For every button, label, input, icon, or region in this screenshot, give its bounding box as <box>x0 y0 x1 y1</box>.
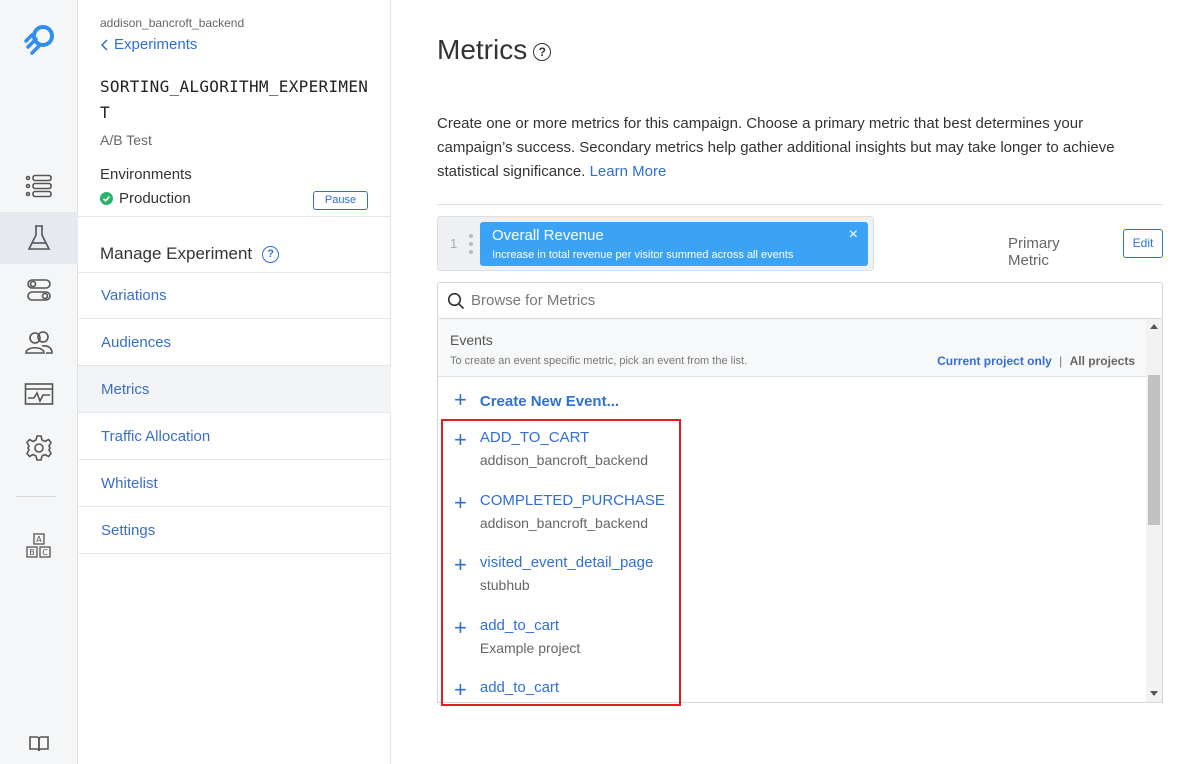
nav-item-variations[interactable]: Variations <box>78 272 391 319</box>
svg-text:C: C <box>42 548 48 557</box>
question-icon[interactable]: ? <box>533 43 552 61</box>
scroll-down-icon[interactable] <box>1150 691 1158 696</box>
event-item[interactable]: + add_to_cart Example project <box>454 615 581 657</box>
svg-text:A: A <box>36 535 42 544</box>
event-name: visited_event_detail_page <box>479 554 654 571</box>
events-header: Events To create an event specific metri… <box>438 319 1148 377</box>
sidebar-divider <box>78 216 391 217</box>
event-item[interactable]: + add_to_cart <box>454 677 560 702</box>
event-name: ADD_TO_CART <box>479 429 590 446</box>
nav-item-metrics[interactable]: Metrics <box>78 366 391 413</box>
events-hint: To create an event specific metric, pick… <box>450 355 748 367</box>
nav-item-traffic-allocation[interactable]: Traffic Allocation <box>78 413 391 460</box>
monitor-icon[interactable] <box>0 368 78 420</box>
gear-icon[interactable] <box>0 422 78 474</box>
manage-label: Manage Experiment <box>100 244 253 263</box>
check-circle-icon <box>100 192 113 205</box>
environment-status: Production <box>100 190 191 207</box>
primary-metric-label: Primary Metric <box>1008 235 1060 269</box>
manage-experiment-heading: Manage Experiment ? <box>100 244 280 264</box>
create-event-label: Create New Event... <box>479 393 620 410</box>
learn-more-link[interactable]: Learn More <box>590 163 667 180</box>
plus-icon: + <box>454 615 467 640</box>
plus-icon: + <box>454 490 467 515</box>
nav-item-audiences[interactable]: Audiences <box>78 319 391 366</box>
project-scope: Current project only | All projects <box>937 354 1135 368</box>
events-dropdown: Events To create an event specific metri… <box>437 319 1163 703</box>
project-name: addison_bancroft_backend <box>100 16 245 30</box>
abc-icon[interactable]: ABC <box>0 520 78 572</box>
nav-item-whitelist[interactable]: Whitelist <box>78 460 391 507</box>
primary-metric-chip[interactable]: Overall Revenue Increase in total revenu… <box>480 222 868 266</box>
page-title: Metrics ? <box>437 34 552 66</box>
scope-all-projects[interactable]: All projects <box>1070 354 1135 368</box>
event-item[interactable]: + ADD_TO_CART addison_bancroft_backend <box>454 427 648 469</box>
events-scrollbar[interactable] <box>1146 319 1162 702</box>
environments-label: Environments <box>100 166 192 183</box>
page-description: Create one or more metrics for this camp… <box>437 112 1157 184</box>
event-project: stubhub <box>479 577 530 593</box>
experiment-type: A/B Test <box>100 132 152 148</box>
flask-icon[interactable] <box>0 212 78 264</box>
toggles-icon[interactable] <box>0 264 78 316</box>
rail-divider <box>16 496 56 497</box>
audiences-icon[interactable] <box>0 316 78 368</box>
description-text: Create one or more metrics for this camp… <box>437 115 1115 180</box>
events-heading: Events <box>450 332 493 348</box>
experiment-nav: Variations Audiences Metrics Traffic All… <box>78 272 391 554</box>
book-icon[interactable] <box>0 718 78 764</box>
back-to-experiments-link[interactable]: Experiments <box>100 36 197 53</box>
event-item[interactable]: + visited_event_detail_page stubhub <box>454 552 654 594</box>
chevron-left-icon <box>100 38 108 51</box>
plus-icon: + <box>454 427 467 452</box>
nav-item-settings[interactable]: Settings <box>78 507 391 554</box>
section-divider <box>437 204 1163 205</box>
metrics-search <box>437 282 1163 319</box>
help-icon[interactable]: ? <box>262 245 280 263</box>
pause-button[interactable]: Pause <box>313 191 368 210</box>
plus-icon: + <box>454 386 467 412</box>
event-name: add_to_cart <box>479 679 560 696</box>
scroll-thumb[interactable] <box>1148 375 1160 525</box>
event-name: add_to_cart <box>479 617 560 634</box>
edit-button[interactable]: Edit <box>1123 229 1163 258</box>
scope-current-project[interactable]: Current project only <box>937 354 1052 368</box>
event-name: COMPLETED_PURCHASE <box>479 492 665 509</box>
logo-icon[interactable] <box>0 14 78 66</box>
event-project: addison_bancroft_backend <box>479 515 648 531</box>
back-label: Experiments <box>114 36 198 53</box>
experiment-title: SORTING_ALGORITHM_EXPERIMENT <box>100 77 369 122</box>
icon-rail: ABC <box>0 0 78 764</box>
close-icon[interactable]: × <box>849 226 858 244</box>
plus-icon: + <box>454 552 467 577</box>
create-new-event[interactable]: + Create New Event... <box>454 386 620 412</box>
search-input[interactable] <box>471 292 1151 309</box>
experiment-sidebar: addison_bancroft_backend Experiments SOR… <box>78 0 391 764</box>
metric-name: Overall Revenue <box>492 227 604 244</box>
event-project: addison_bancroft_backend <box>479 452 648 468</box>
drag-handle-icon[interactable] <box>468 234 474 254</box>
scope-separator: | <box>1059 354 1063 368</box>
event-item[interactable]: + COMPLETED_PURCHASE addison_bancroft_ba… <box>454 490 665 532</box>
event-project: Example project <box>479 640 581 656</box>
plus-icon: + <box>454 677 467 702</box>
page-title-text: Metrics <box>437 34 528 65</box>
primary-metric-slot: 1 Overall Revenue Increase in total reve… <box>437 216 874 271</box>
search-icon <box>446 291 466 311</box>
environment-name: Production <box>119 190 191 207</box>
list-icon[interactable] <box>0 160 78 212</box>
metric-index: 1 <box>450 236 458 251</box>
scroll-up-icon[interactable] <box>1150 324 1158 329</box>
metric-subtitle: Increase in total revenue per visitor su… <box>492 249 794 261</box>
svg-text:B: B <box>29 548 35 557</box>
